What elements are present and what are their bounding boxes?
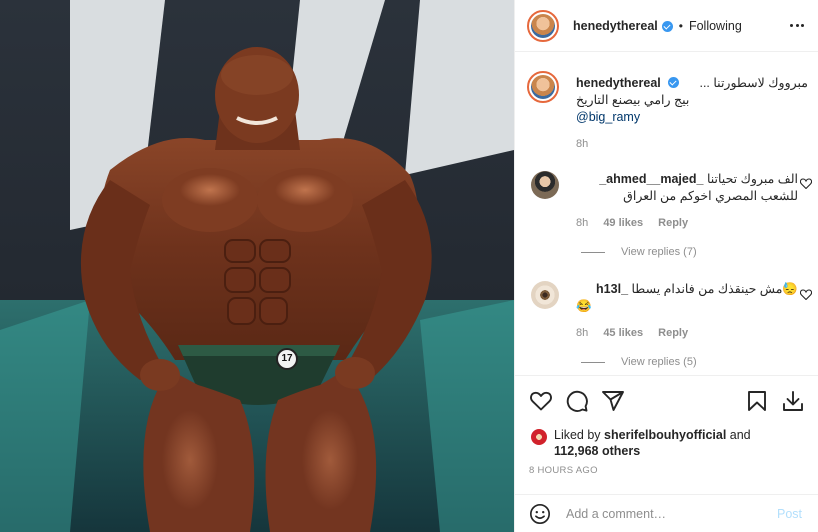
download-icon[interactable] [781,389,805,413]
verified-badge-icon [668,77,680,88]
comment-time[interactable]: 8h [576,327,588,339]
caption-text-line1: مبرووك لاسطورتنا ... [699,76,808,90]
post-header: henedythereal • Following [515,0,818,52]
verified-badge-icon [661,21,673,32]
bodybuilder-photo [0,0,514,532]
comment-username[interactable]: _h13l [596,282,628,296]
avatar[interactable] [527,9,559,42]
caption-time[interactable]: 8h [576,138,588,150]
avatar[interactable] [531,171,559,199]
liked-by-conjunction: and [729,428,751,442]
comment-heart-icon[interactable] [800,289,812,300]
post-actions: Liked by sherifelbouhyofficial and 112,9… [515,375,818,532]
contestant-number-badge: 17 [276,348,298,370]
bookmark-icon[interactable] [745,389,769,413]
likes-count[interactable]: 112,968 others [554,444,640,458]
liked-by-user[interactable]: sherifelbouhyofficial [604,428,726,442]
comment-heart-icon[interactable] [800,178,812,189]
following-button[interactable]: Following [689,19,742,33]
add-comment-bar: Post [515,494,818,532]
comment-text-line1: الف مبروك تحياتنا [706,172,798,186]
comment-likes[interactable]: 49 likes [603,217,643,229]
view-replies-button[interactable]: View replies (5) [581,356,697,368]
post-author-username[interactable]: henedythereal [573,19,658,33]
caption-username[interactable]: henedythereal [576,76,661,90]
add-comment-input[interactable] [566,507,766,521]
liked-by-label: Liked by [554,428,601,442]
comment-text-line2: للشعب المصري اخوكم من العراق [623,189,798,203]
avatar[interactable] [527,71,559,103]
comment-username[interactable]: _ahmed__majed_ [599,172,703,186]
separator-dot: • [678,18,683,33]
comment-likes[interactable]: 45 likes [603,327,643,339]
comment-icon[interactable] [565,389,589,413]
post-photo[interactable]: 17 [0,0,514,532]
comment-time[interactable]: 8h [576,217,588,229]
avatar[interactable] [531,281,559,309]
caption-text-line2: بيج رامي بيصنع التاريخ [576,93,690,107]
post-timestamp[interactable]: 8 HOURS AGO [529,465,598,476]
emoji-icon[interactable] [529,503,551,525]
caption-mention[interactable]: @big_ramy [576,109,808,126]
reply-button[interactable]: Reply [658,327,688,339]
heart-icon[interactable] [529,389,553,413]
comment-text-line2: 😂 [576,299,592,313]
comment-text-line1: 😓مش حينقذك من فاندام يسطا [631,282,799,296]
more-options-icon[interactable] [790,20,804,32]
view-replies-label[interactable]: View replies (5) [621,356,697,368]
post-side-panel: henedythereal • Following henedythereal … [514,0,818,532]
post-comment-button[interactable]: Post [777,507,802,521]
comments-list[interactable]: henedythereal مبرووك لاسطورتنا ... بيج ر… [515,53,818,373]
avatar[interactable] [531,429,547,445]
paper-plane-icon[interactable] [601,389,625,413]
reply-button[interactable]: Reply [658,217,688,229]
view-replies-label[interactable]: View replies (7) [621,246,697,258]
view-replies-button[interactable]: View replies (7) [581,246,697,258]
